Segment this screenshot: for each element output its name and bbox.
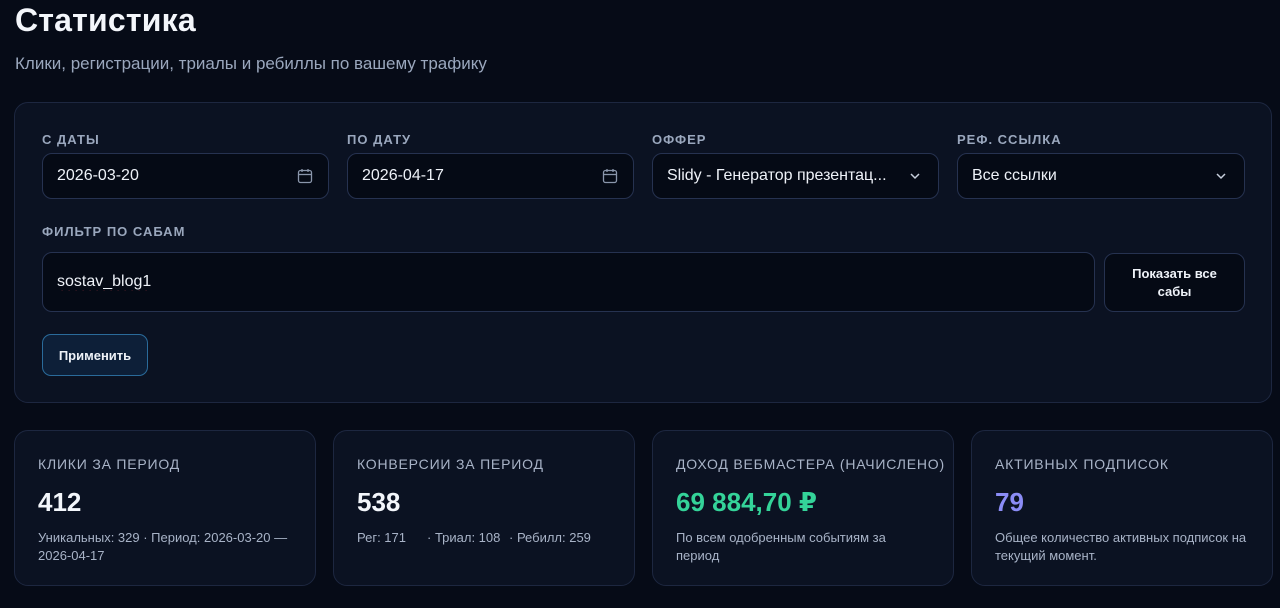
chevron-down-icon [906,167,924,185]
subscriptions-note: Общее количество активных подписок на те… [995,530,1247,563]
date-from-input[interactable]: 2026-03-20 [42,153,329,199]
clicks-label: КЛИКИ ЗА ПЕРИОД [38,456,181,472]
conversions-rebill: · Ребилл: 259 [509,530,591,545]
calendar-icon[interactable] [296,167,314,185]
date-to-input[interactable]: 2026-04-17 [347,153,634,199]
subscriptions-card: АКТИВНЫХ ПОДПИСОК 79 Общее количество ак… [971,430,1273,586]
conversions-trial: · Триал: 108 [427,530,501,545]
date-from-value: 2026-03-20 [57,167,139,184]
page-title: Статистика [15,2,196,38]
chevron-down-icon [1212,167,1230,185]
subs-filter-input[interactable]: sostav_blog1 [42,252,1095,312]
page-subtitle: Клики, регистрации, триалы и ребиллы по … [15,54,487,73]
revenue-note: По всем одобренным событиям за период [676,530,886,563]
filters-panel: С ДАТЫ 2026-03-20 ПО ДАТУ 2026-04-17 ОФФ… [14,102,1272,403]
offer-label: ОФФЕР [652,132,707,147]
ref-link-value: Все ссылки [972,167,1057,184]
date-to-label: ПО ДАТУ [347,132,412,147]
revenue-label: ДОХОД ВЕБМАСТЕРА (НАЧИСЛЕНО) [676,456,945,472]
offer-value: Slidy - Генератор презентац... [667,167,887,184]
calendar-icon[interactable] [601,167,619,185]
clicks-note: Уникальных: 329 · Период: 2026-03-20 — 2… [38,530,288,563]
subs-filter-value: sostav_blog1 [57,273,152,290]
conversions-value: 538 [357,487,401,517]
clicks-card: КЛИКИ ЗА ПЕРИОД 412 Уникальных: 329 · Пе… [14,430,316,586]
ref-link-select[interactable]: Все ссылки [957,153,1245,199]
conversions-card: КОНВЕРСИИ ЗА ПЕРИОД 538 Рег: 171 · Триал… [333,430,635,586]
revenue-value: 69 884,70 ₽ [676,487,817,517]
subscriptions-label: АКТИВНЫХ ПОДПИСОК [995,456,1169,472]
date-to-value: 2026-04-17 [362,167,444,184]
offer-select[interactable]: Slidy - Генератор презентац... [652,153,939,199]
subs-filter-label: ФИЛЬТР ПО САБАМ [42,224,186,239]
conversions-breakdown: Рег: 171 · Триал: 108 · Ребилл: 259 [357,529,612,547]
clicks-value: 412 [38,487,82,517]
ref-link-label: РЕФ. ССЫЛКА [957,132,1062,147]
apply-button[interactable]: Применить [42,334,148,376]
date-from-label: С ДАТЫ [42,132,100,147]
conversions-reg: Рег: 171 [357,530,406,545]
revenue-card: ДОХОД ВЕБМАСТЕРА (НАЧИСЛЕНО) 69 884,70 ₽… [652,430,954,586]
subscriptions-value: 79 [995,487,1024,517]
show-all-subs-button[interactable]: Показать все сабы [1104,253,1245,312]
conversions-label: КОНВЕРСИИ ЗА ПЕРИОД [357,456,544,472]
